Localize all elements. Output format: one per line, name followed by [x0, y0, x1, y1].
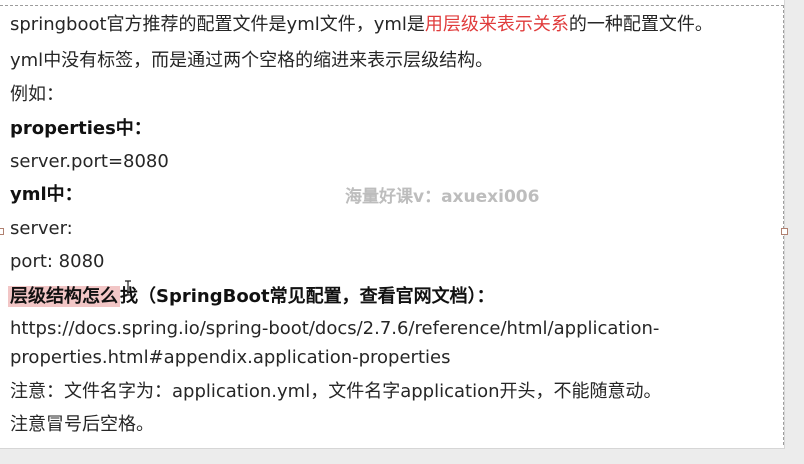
- text-cursor-icon: [124, 280, 132, 296]
- intro-text-start: springboot官方推荐的配置文件是yml文件，yml是: [10, 14, 425, 35]
- properties-heading: properties中：: [10, 118, 152, 139]
- watermark-text: 海量好课v：axuexi006: [345, 187, 540, 207]
- lookup-heading: 层级结构怎么 找（SpringBoot常见配置，查看官网文档）：: [8, 286, 495, 308]
- colon-space-note: 注意冒号后空格。: [10, 414, 154, 435]
- properties-port-line: server.port=8080: [10, 151, 169, 172]
- intro-text-end: 的一种配置文件。: [568, 14, 713, 35]
- example-label: 例如：: [10, 84, 64, 105]
- yml-server-line: server:: [10, 218, 73, 239]
- yml-port-line: port: 8080: [10, 251, 105, 272]
- intro-line: springboot官方推荐的配置文件是yml文件，yml是用层级来表示关系的一…: [10, 14, 713, 36]
- resize-handle-right[interactable]: [781, 228, 788, 235]
- resize-handle-left[interactable]: [0, 228, 4, 235]
- yml-description-line: yml中没有标签，而是通过两个空格的缩进来表示层级结构。: [10, 50, 494, 71]
- yml-heading: yml中：: [10, 184, 83, 205]
- filename-note: 注意：文件名字为：application.yml，文件名字application…: [10, 381, 662, 402]
- docs-url-line-2: properties.html#appendix.application-pro…: [10, 347, 451, 368]
- slide-canvas: springboot官方推荐的配置文件是yml文件，yml是用层级来表示关系的一…: [0, 0, 788, 449]
- docs-url-line-1: https://docs.spring.io/spring-boot/docs/…: [10, 318, 660, 339]
- highlighted-text: 层级结构怎么: [8, 286, 120, 307]
- lookup-heading-rest: 找（SpringBoot常见配置，查看官网文档）：: [120, 286, 495, 307]
- intro-red-emphasis: 用层级来表示关系: [424, 14, 569, 35]
